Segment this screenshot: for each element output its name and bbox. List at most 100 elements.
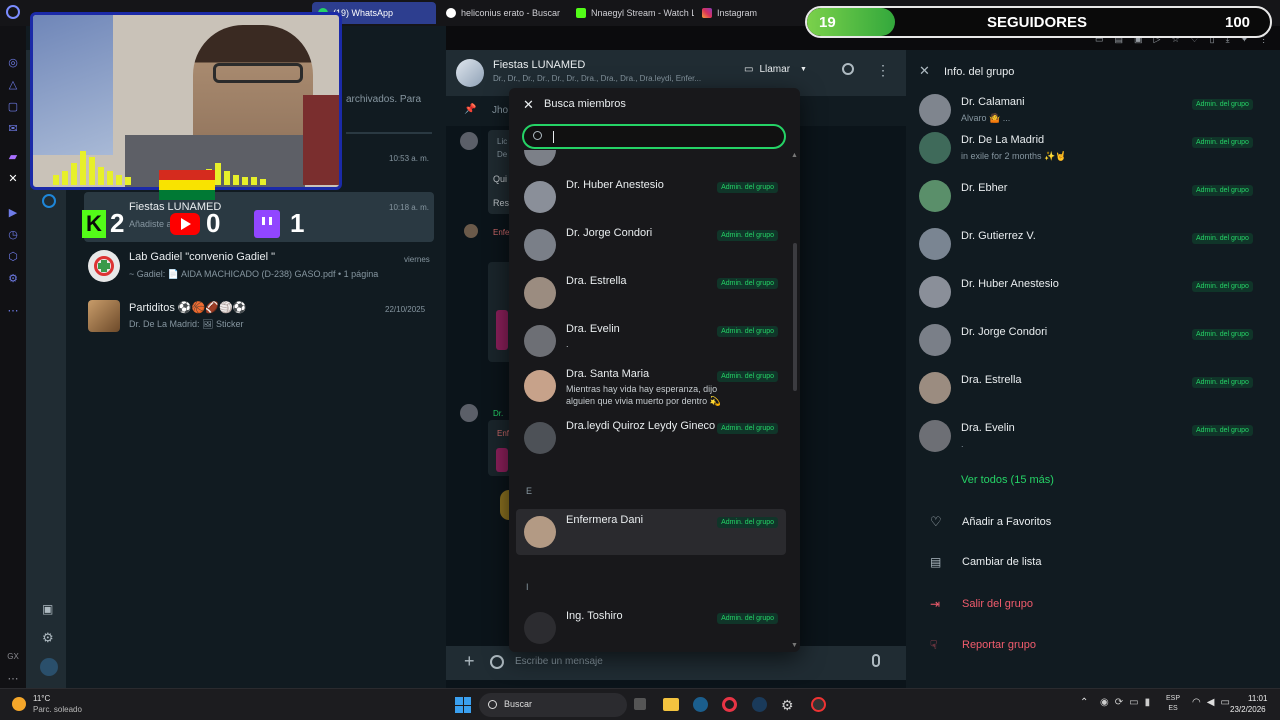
sticker-icon[interactable] — [490, 655, 504, 669]
tray-chevron-icon[interactable]: ⌃ — [1080, 697, 1088, 708]
settings-icon[interactable]: ⚙ — [42, 630, 54, 646]
overflow-icon[interactable]: ⋯ — [6, 672, 20, 686]
dialog-member-row[interactable]: Dra. Estrella Admin. del grupo — [516, 270, 786, 316]
scroll-up-icon[interactable]: ▲ — [791, 152, 798, 159]
chat-row-lab-gadiel[interactable]: Lab Gadiel "convenio Gadiel " ~ Gadiel: … — [84, 242, 434, 292]
steam-alt-icon[interactable] — [752, 697, 767, 712]
bg-text: Enf — [497, 429, 510, 438]
status-ring-icon[interactable] — [42, 194, 56, 208]
mail-icon[interactable]: ✉ — [6, 122, 20, 136]
profile-avatar[interactable] — [40, 658, 58, 676]
info-member-row[interactable]: Dra. Estrella Admin. del grupo — [916, 366, 1266, 410]
media-icon[interactable]: ▣ — [42, 602, 53, 616]
webcam-poster — [33, 15, 113, 155]
workspace-icon[interactable]: ▢ — [6, 100, 20, 114]
add-favorite-button[interactable]: ♡ Añadir a Favoritos — [930, 514, 1051, 530]
player-icon[interactable]: ▶ — [6, 206, 20, 220]
report-group-button[interactable]: ☟ Reportar grupo — [930, 638, 1036, 652]
twitch-sidebar-icon[interactable]: ▰ — [6, 150, 20, 164]
info-member-row[interactable]: Dr. Gutierrez V. Admin. del grupo — [916, 222, 1266, 266]
dialog-member-row[interactable]: Ing. Toshiro Admin. del grupo — [516, 605, 786, 651]
close-info-icon[interactable]: ✕ — [919, 63, 930, 79]
app-taskbar-icon[interactable] — [811, 697, 826, 712]
dialog-member-row[interactable]: Enfermera Dani Admin. del grupo — [516, 509, 786, 555]
microphone-icon[interactable] — [872, 654, 880, 667]
member-name: Ing. Toshiro — [566, 610, 623, 622]
member-search-input[interactable] — [522, 124, 786, 149]
task-view-icon[interactable] — [634, 698, 646, 710]
windows-start-icon[interactable] — [455, 697, 471, 713]
sync-tray-icon[interactable]: ⟳ — [1115, 697, 1123, 708]
sender-avatar — [464, 224, 478, 238]
mic-tray-icon[interactable]: ▮ — [1145, 697, 1151, 708]
menu-dots-icon[interactable]: ⋮ — [876, 62, 890, 79]
youtube-counter: 0 — [170, 208, 220, 239]
more-icon[interactable]: ⋯ — [6, 304, 20, 318]
bg-text: Dr. — [493, 409, 504, 418]
dialog-member-row[interactable]: Dra.leydi Quiroz Leydy Gineco Admin. del … — [516, 415, 786, 461]
member-status: . — [566, 339, 569, 349]
dialog-member-row[interactable]: Dra. Evelin. Admin. del grupo — [516, 318, 786, 364]
info-member-row[interactable]: Dr. De La Madrid in exile for 2 months ✨🤘… — [916, 126, 1266, 170]
list-icon: ▤ — [930, 555, 942, 569]
history-icon[interactable]: ◷ — [6, 228, 20, 242]
youtube-icon — [170, 212, 200, 235]
opera-taskbar-icon[interactable] — [722, 697, 737, 712]
dialog-scrollbar[interactable] — [793, 243, 797, 391]
opera-icon[interactable]: ◎ — [6, 56, 20, 70]
chat-title[interactable]: Fiestas LUNAMED — [493, 59, 585, 71]
dialog-member-row[interactable]: Dr. Jorge Condori Admin. del grupo — [516, 222, 786, 268]
file-explorer-icon[interactable] — [663, 698, 679, 711]
info-member-row[interactable]: Dra. Evelin. Admin. del grupo — [916, 414, 1266, 458]
admin-badge: Admin. del grupo — [1192, 233, 1253, 244]
group-avatar[interactable] — [456, 59, 484, 87]
weather-desc: Parc. soleado — [33, 705, 82, 714]
chevron-down-icon: ▼ — [800, 66, 807, 73]
compose-input[interactable]: Escribe un mensaje — [515, 656, 603, 667]
tray-system-icons[interactable]: ◠ ◀ ▭ — [1192, 697, 1230, 708]
tab-instagram[interactable]: Instagram — [696, 2, 796, 24]
dialog-member-row[interactable]: Dra. Santa Maria Mientras hay vida hay es… — [516, 363, 786, 409]
admin-badge: Admin. del grupo — [717, 230, 778, 241]
view-all-members-link[interactable]: Ver todos (15 más) — [961, 474, 1054, 486]
settings-taskbar-icon[interactable]: ⚙ — [781, 697, 794, 714]
info-member-row[interactable]: Dr. Ebher Admin. del grupo — [916, 174, 1266, 218]
tab-kick[interactable]: Nnaegyl Stream - Watch L — [570, 2, 694, 24]
clock-time[interactable]: 11:01 — [1248, 694, 1267, 703]
member-status: . — [961, 439, 964, 449]
network-tray-icon[interactable]: ◉ — [1100, 697, 1109, 708]
member-avatar — [919, 132, 951, 164]
kick-counter: K 2 — [82, 208, 124, 239]
volume-icon: ◀ — [1206, 697, 1215, 708]
exit-group-button[interactable]: ⇥ Salir del grupo — [930, 597, 1033, 611]
info-member-row[interactable]: Dr. Jorge Condori Admin. del grupo — [916, 318, 1266, 362]
change-list-button[interactable]: ▤ Cambiar de lista — [930, 555, 1041, 569]
action-label: Salir del grupo — [962, 598, 1033, 610]
admin-badge: Admin. del grupo — [1192, 99, 1253, 110]
webcam-overlay — [30, 12, 342, 190]
x-sidebar-icon[interactable]: ✕ — [6, 172, 20, 186]
chat-row-partiditos[interactable]: Partiditos ⚽🏀🏈🏐⚽ Dr. De La Madrid: 🖼 Sti… — [84, 292, 434, 342]
text-cursor — [553, 131, 554, 143]
close-dialog-icon[interactable]: ✕ — [523, 97, 534, 113]
language-indicator[interactable]: ESP ES — [1166, 694, 1180, 714]
gx-icon[interactable]: GX — [6, 650, 20, 664]
taskbar-search[interactable]: Buscar — [479, 693, 627, 717]
browser-logo-icon[interactable] — [6, 5, 20, 19]
call-button[interactable]: ▭ Llamar ▼ — [744, 64, 807, 75]
clock-date[interactable]: 23/2/2026 — [1230, 705, 1266, 714]
tab-search[interactable]: heliconius erato - Buscar — [440, 2, 566, 24]
member-name: Dra. Santa Maria — [566, 368, 650, 380]
weather-icon[interactable] — [12, 697, 26, 711]
scroll-down-icon[interactable]: ▼ — [791, 642, 798, 649]
pinboard-icon[interactable]: ⬡ — [6, 250, 20, 264]
display-tray-icon[interactable]: ▭ — [1129, 697, 1138, 708]
steam-icon[interactable] — [693, 697, 708, 712]
search-chat-icon[interactable] — [842, 63, 854, 75]
dialog-member-row[interactable]: Dr. Huber Anestesio Admin. del grupo — [516, 174, 786, 220]
followers-label: SEGUIDORES — [987, 14, 1088, 31]
info-member-row[interactable]: Dr. Huber Anestesio Admin. del grupo — [916, 270, 1266, 314]
plus-icon[interactable]: + — [464, 651, 475, 672]
settings-sidebar-icon[interactable]: ⚙ — [6, 272, 20, 286]
aria-icon[interactable]: △ — [6, 78, 20, 92]
